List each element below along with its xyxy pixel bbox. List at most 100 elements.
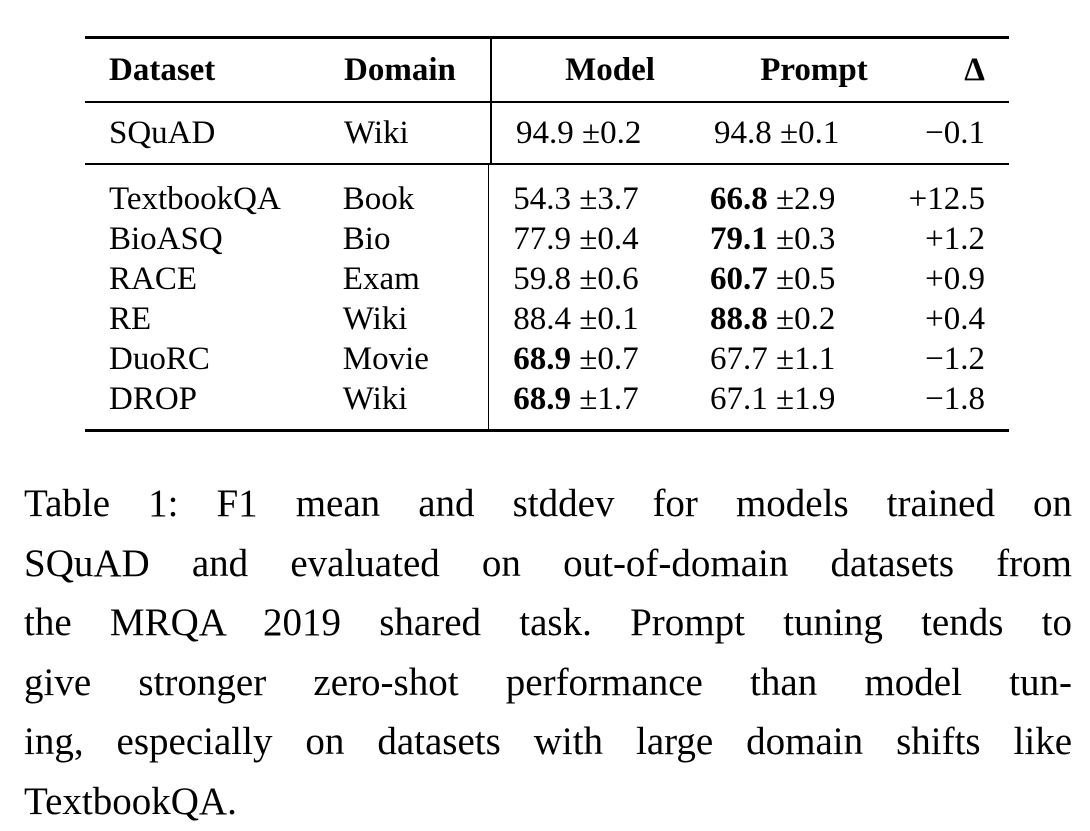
vertical-rule [488,379,490,429]
model-mean: 54.3 [513,181,571,217]
cell-model: 54.3 ±3.7 [509,165,700,219]
prompt-std: ±0.5 [776,261,835,297]
model-mean: 77.9 [513,221,571,257]
cell-domain: Wiki [344,103,490,163]
cell-dataset: RE [85,299,343,339]
prompt-mean: 67.7 [710,341,768,377]
cell-dataset: DROP [85,379,343,429]
vertical-rule [490,39,492,101]
cell-domain: Exam [343,259,488,299]
table-row: DROPWiki68.9 ±1.767.1 ±1.9−1.8 [85,379,1009,429]
table-row: RACEExam59.8 ±0.660.7 ±0.5+0.9 [85,259,1009,299]
in-domain-table: SQuAD Wiki 94.9 ±0.2 94.8 ±0.1 −0.1 [85,103,1009,163]
cell-model: 94.9 ±0.2 [512,103,704,163]
column-separator [488,299,510,339]
model-std: ±1.7 [579,381,638,417]
cell-prompt: 67.7 ±1.1 [700,339,909,379]
model-std: ±0.2 [582,115,641,151]
cell-prompt: 66.8 ±2.9 [700,165,909,219]
cell-dataset: RACE [85,259,343,299]
prompt-mean: 67.1 [710,381,768,417]
cell-dataset: BioASQ [85,219,343,259]
cell-delta: +1.2 [909,219,1009,259]
prompt-mean: 88.8 [710,301,768,337]
cell-domain: Bio [343,219,488,259]
vertical-rule [490,103,492,163]
cell-domain: Movie [343,339,488,379]
caption-line: give stronger zero-shot performance than… [24,653,1072,713]
caption-line: TextbookQA. [24,772,1072,831]
out-of-domain-table: TextbookQABook54.3 ±3.766.8 ±2.9+12.5Bio… [85,165,1009,429]
model-std: ±0.7 [579,341,638,377]
prompt-std: ±1.1 [776,341,835,377]
cell-delta: −0.1 [914,103,1009,163]
vertical-rule [488,339,490,379]
vertical-rule [488,165,490,219]
column-separator [490,103,512,163]
header-delta: Δ [914,39,1009,101]
table-caption: Table 1: F1 mean and stddev for models t… [24,474,1072,831]
cell-prompt: 60.7 ±0.5 [700,259,909,299]
header-row: Dataset Domain Model Prompt Δ [85,39,1009,101]
header-model: Model [512,39,704,101]
prompt-std: ±0.2 [776,301,835,337]
column-separator [488,379,510,429]
table-row-squad: SQuAD Wiki 94.9 ±0.2 94.8 ±0.1 −0.1 [85,103,1009,163]
table-row: TextbookQABook54.3 ±3.766.8 ±2.9+12.5 [85,165,1009,219]
prompt-mean: 60.7 [710,261,768,297]
cell-model: 68.9 ±0.7 [509,339,700,379]
vertical-rule [488,299,490,339]
model-std: ±0.6 [579,261,638,297]
vertical-rule [488,259,490,299]
cell-prompt: 79.1 ±0.3 [700,219,909,259]
model-std: ±3.7 [579,181,638,217]
cell-dataset: TextbookQA [85,165,343,219]
cell-delta: +12.5 [909,165,1009,219]
cell-domain: Book [343,165,488,219]
cell-prompt: 88.8 ±0.2 [700,299,909,339]
prompt-mean: 94.8 [714,115,772,151]
prompt-std: ±0.1 [780,115,839,151]
cell-prompt: 94.8 ±0.1 [704,103,914,163]
results-table: Dataset Domain Model Prompt Δ [85,39,1009,101]
cell-delta: +0.9 [909,259,1009,299]
caption-line: ing, especially on datasets with large d… [24,712,1072,772]
prompt-std: ±1.9 [776,381,835,417]
model-std: ±0.4 [579,221,638,257]
cell-delta: −1.8 [909,379,1009,429]
cell-delta: −1.2 [909,339,1009,379]
model-mean: 68.9 [513,341,571,377]
model-mean: 88.4 [513,301,571,337]
cell-model: 88.4 ±0.1 [509,299,700,339]
caption-line: SQuAD and evaluated on out-of-domain dat… [24,534,1072,594]
caption-line: Table 1: F1 mean and stddev for models t… [24,474,1072,534]
header-prompt: Prompt [704,39,914,101]
cell-dataset: DuoRC [85,339,343,379]
column-separator [488,339,510,379]
caption-line: the MRQA 2019 shared task. Prompt tuning… [24,593,1072,653]
cell-model: 68.9 ±1.7 [509,379,700,429]
model-std: ±0.1 [579,301,638,337]
cell-delta: +0.4 [909,299,1009,339]
vertical-rule [488,219,490,259]
column-separator [488,219,510,259]
prompt-mean: 66.8 [710,181,768,217]
cell-model: 59.8 ±0.6 [509,259,700,299]
model-mean: 94.9 [516,115,574,151]
cell-domain: Wiki [343,299,488,339]
cell-prompt: 67.1 ±1.9 [700,379,909,429]
header-domain: Domain [344,39,490,101]
prompt-std: ±2.9 [776,181,835,217]
table-row: DuoRCMovie68.9 ±0.767.7 ±1.1−1.2 [85,339,1009,379]
bottom-rule [85,429,1009,432]
column-separator [488,259,510,299]
column-separator [490,39,512,101]
model-mean: 59.8 [513,261,571,297]
results-table-container: Dataset Domain Model Prompt Δ SQuAD Wiki… [85,36,1009,432]
cell-dataset: SQuAD [85,103,344,163]
cell-model: 77.9 ±0.4 [509,219,700,259]
header-dataset: Dataset [85,39,344,101]
cell-domain: Wiki [343,379,488,429]
table-row: REWiki88.4 ±0.188.8 ±0.2+0.4 [85,299,1009,339]
model-mean: 68.9 [513,381,571,417]
